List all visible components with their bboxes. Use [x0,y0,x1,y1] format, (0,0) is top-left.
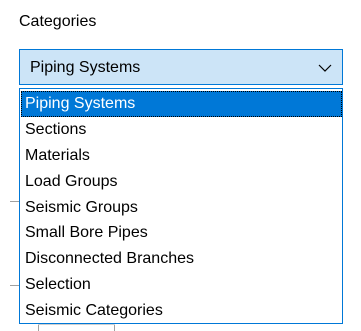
background-control-edge [38,324,39,331]
background-control-edge [10,285,19,286]
dropdown-item-seismic-categories[interactable]: Seismic Categories [21,298,342,324]
combobox-selected-value: Piping Systems [30,59,141,76]
categories-label: Categories [19,13,97,30]
dropdown-item-piping-systems[interactable]: Piping Systems [21,91,342,117]
dropdown-item-selection[interactable]: Selection [21,272,342,298]
background-control-edge [114,324,115,331]
categories-dropdown-list[interactable]: Piping Systems Sections Materials Load G… [19,88,343,324]
dropdown-item-sections[interactable]: Sections [21,117,342,143]
chevron-down-icon[interactable] [316,59,334,77]
background-control-edge [10,201,19,202]
categories-combobox[interactable]: Piping Systems [19,49,343,85]
dropdown-item-materials[interactable]: Materials [21,143,342,169]
dropdown-item-seismic-groups[interactable]: Seismic Groups [21,195,342,221]
dropdown-item-load-groups[interactable]: Load Groups [21,169,342,195]
dropdown-item-disconnected-branches[interactable]: Disconnected Branches [21,246,342,272]
background-control-edge [38,324,115,325]
dropdown-item-small-bore-pipes[interactable]: Small Bore Pipes [21,220,342,246]
